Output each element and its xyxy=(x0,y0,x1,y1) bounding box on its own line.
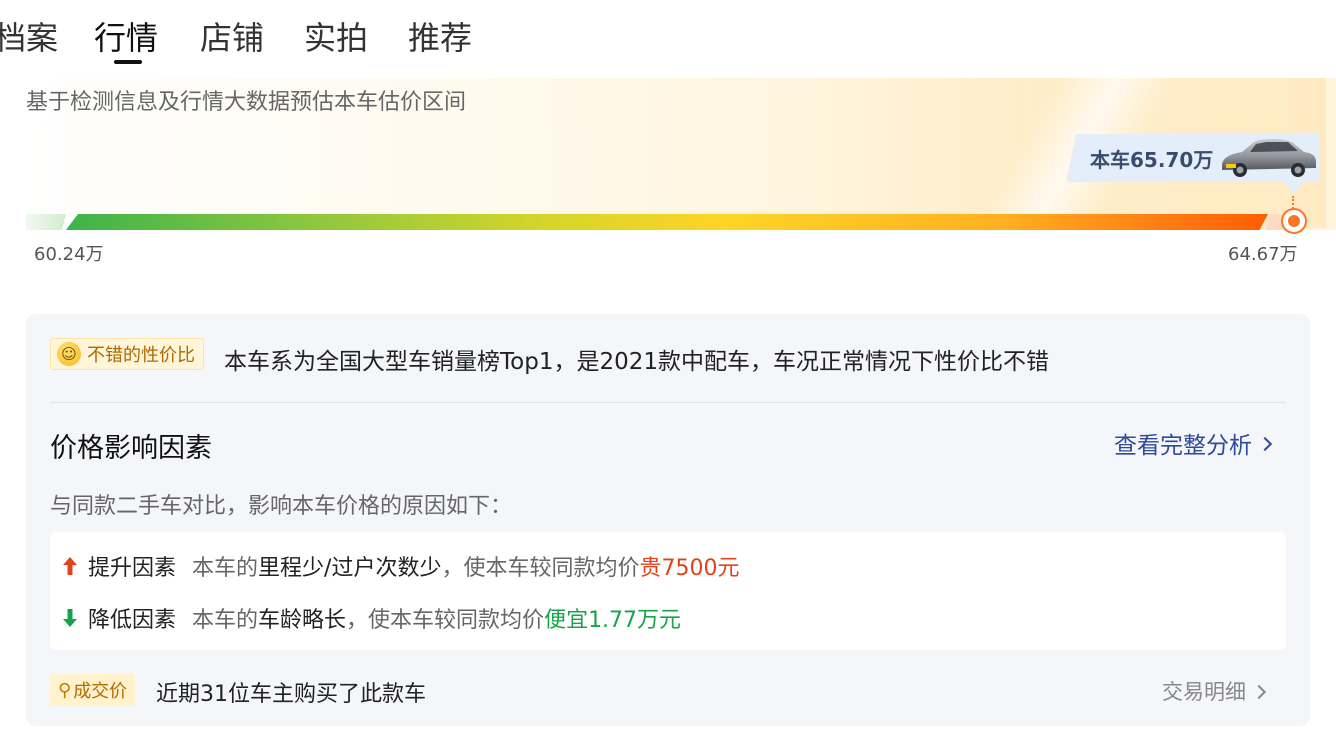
price-factors-title: 价格影响因素 xyxy=(50,433,212,464)
factor-up-text: 本车的里程少/过户次数少，使本车较同款均价贵7500元 xyxy=(192,550,739,582)
market-page: 档案 行情 店铺 实拍 推荐 基于检测信息及行情大数据预估本车估价区间 本车65… xyxy=(0,0,1336,752)
factor-row-down: 降低因素 本车的车龄略长，使本车较同款均价便宜1.77万元 xyxy=(62,602,681,634)
range-high-label: 64.67万 xyxy=(1228,244,1298,265)
factor-down-impact: 便宜1.77万元 xyxy=(544,608,682,633)
tab-bar: 档案 行情 店铺 实拍 推荐 xyxy=(0,0,1336,70)
deal-icon: ⚲ xyxy=(58,679,72,701)
summary-text: 本车系为全国大型车销量榜Top1，是2021款中配车，车况正常情况下性价比不错 xyxy=(224,349,1049,375)
full-analysis-link[interactable]: 查看完整分析 xyxy=(1114,426,1273,460)
factor-up-impact: 贵7500元 xyxy=(639,556,740,581)
value-badge: ☺ 不错的性价比 xyxy=(50,338,204,370)
transaction-details-label: 交易明细 xyxy=(1162,680,1246,704)
tab-recommend[interactable]: 推荐 xyxy=(408,18,472,58)
smile-icon: ☺ xyxy=(57,342,81,366)
car-image xyxy=(1222,139,1316,177)
active-tab-indicator xyxy=(114,60,142,64)
tab-photos[interactable]: 实拍 xyxy=(304,18,368,58)
factor-down-prefix: 本车的 xyxy=(192,608,259,633)
factor-up-highlight: 里程少/过户次数少 xyxy=(258,556,442,581)
deal-summary-text: 近期31位车主购买了此款车 xyxy=(156,682,426,707)
price-bar-left-cap xyxy=(26,214,66,230)
chevron-right-icon xyxy=(1251,684,1267,700)
factor-up-label: 提升因素 xyxy=(88,556,177,581)
tab-store[interactable]: 店铺 xyxy=(200,18,264,58)
car-price-marker xyxy=(1283,210,1305,232)
deal-price-badge: ⚲ 成交价 xyxy=(50,674,136,706)
divider xyxy=(50,402,1286,403)
tab-market[interactable]: 行情 xyxy=(94,18,158,58)
factor-down-text: 本车的车龄略长，使本车较同款均价便宜1.77万元 xyxy=(192,602,681,634)
valuation-subtitle: 基于检测信息及行情大数据预估本车估价区间 xyxy=(26,90,467,115)
arrow-down-icon xyxy=(63,609,77,627)
valuation-section: 基于检测信息及行情大数据预估本车估价区间 本车65.70万 xyxy=(0,78,1336,278)
full-analysis-label: 查看完整分析 xyxy=(1114,433,1252,459)
factor-down-middle: ，使本车较同款均价 xyxy=(346,608,545,633)
arrow-up-icon xyxy=(63,557,77,575)
bubble-pointer xyxy=(1284,182,1304,194)
car-price-label: 本车65.70万 xyxy=(1090,148,1214,172)
range-low-label: 60.24万 xyxy=(34,244,104,265)
tab-archive[interactable]: 档案 xyxy=(0,18,58,58)
factor-down-highlight: 车龄略长 xyxy=(258,608,347,633)
transaction-details-link[interactable]: 交易明细 xyxy=(1162,676,1267,706)
value-badge-label: 不错的性价比 xyxy=(87,345,195,366)
price-range-bar xyxy=(66,214,1268,230)
deal-badge-label: 成交价 xyxy=(73,681,128,702)
compare-note: 与同款二手车对比，影响本车价格的原因如下： xyxy=(50,494,513,519)
factor-down-label: 降低因素 xyxy=(88,608,177,633)
factor-row-up: 提升因素 本车的里程少/过户次数少，使本车较同款均价贵7500元 xyxy=(62,550,739,582)
chevron-right-icon xyxy=(1257,436,1273,452)
factor-up-middle: ，使本车较同款均价 xyxy=(441,556,640,581)
factor-up-prefix: 本车的 xyxy=(192,556,259,581)
